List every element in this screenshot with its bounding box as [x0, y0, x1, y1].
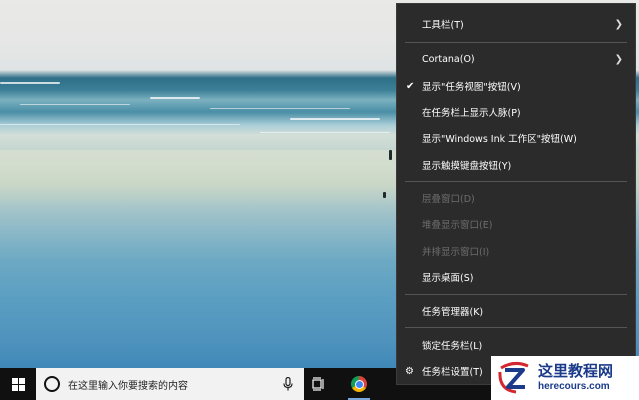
menu-item-label: 工具栏(T) [422, 20, 464, 31]
menu-item-show-people[interactable]: 在任务栏上显示人脉(P) [397, 99, 635, 125]
menu-item-stack-windows: 堆叠显示窗口(E) [397, 211, 635, 237]
menu-item-label: 显示触摸键盘按钮(Y) [422, 161, 512, 172]
chrome-taskbar-button[interactable] [344, 368, 374, 400]
menu-item-label: 显示"Windows Ink 工作区"按钮(W) [422, 134, 577, 145]
menu-separator [405, 181, 627, 182]
taskbar-context-menu: 工具栏(T) ❯ Cortana(O) ❯ ✔ 显示"任务视图"按钮(V) 在任… [396, 3, 636, 385]
menu-item-label: 显示"任务视图"按钮(V) [422, 82, 521, 93]
menu-item-show-task-view-button[interactable]: ✔ 显示"任务视图"按钮(V) [397, 73, 635, 99]
watermark: 这里教程网 herecours.com [491, 356, 639, 400]
menu-item-label: 任务管理器(K) [422, 307, 484, 318]
cortana-icon [44, 376, 60, 392]
menu-separator [405, 327, 627, 328]
menu-item-task-manager[interactable]: 任务管理器(K) [397, 298, 635, 324]
task-view-icon [312, 377, 324, 391]
menu-item-lock-taskbar[interactable]: 锁定任务栏(L) [397, 332, 635, 358]
chevron-right-icon: ❯ [614, 18, 623, 30]
gear-icon: ⚙ [405, 365, 414, 377]
chrome-icon [351, 376, 367, 392]
menu-item-cortana[interactable]: Cortana(O) ❯ [397, 46, 635, 72]
menu-item-show-desktop[interactable]: 显示桌面(S) [397, 264, 635, 290]
watermark-url: herecours.com [538, 381, 610, 392]
search-input[interactable]: 在这里输入你要搜索的内容 [68, 377, 278, 392]
menu-item-show-windows-ink[interactable]: 显示"Windows Ink 工作区"按钮(W) [397, 125, 635, 151]
menu-item-label: 显示桌面(S) [422, 273, 474, 284]
microphone-icon[interactable] [278, 368, 298, 400]
start-button[interactable] [0, 368, 36, 400]
watermark-logo-icon [496, 360, 532, 396]
chevron-right-icon: ❯ [614, 53, 623, 65]
menu-item-label: 并排显示窗口(I) [422, 247, 490, 258]
checkmark-icon: ✔ [406, 80, 415, 92]
menu-item-label: Cortana(O) [422, 53, 475, 65]
menu-item-label: 堆叠显示窗口(E) [422, 220, 493, 231]
windows-logo-icon [11, 377, 25, 391]
menu-item-label: 任务栏设置(T) [422, 367, 483, 378]
menu-item-side-by-side-windows: 并排显示窗口(I) [397, 238, 635, 264]
search-box[interactable]: 在这里输入你要搜索的内容 [36, 368, 304, 400]
watermark-title: 这里教程网 [538, 362, 614, 380]
menu-item-label: 在任务栏上显示人脉(P) [422, 108, 521, 119]
menu-separator [405, 42, 627, 43]
menu-item-label: 层叠窗口(D) [422, 194, 475, 205]
task-view-button[interactable] [304, 368, 334, 400]
menu-item-toolbars[interactable]: 工具栏(T) ❯ [397, 11, 635, 37]
menu-separator [405, 294, 627, 295]
menu-item-cascade-windows: 层叠窗口(D) [397, 185, 635, 211]
menu-item-label: 锁定任务栏(L) [422, 341, 483, 352]
menu-item-show-touch-keyboard[interactable]: 显示触摸键盘按钮(Y) [397, 152, 635, 178]
